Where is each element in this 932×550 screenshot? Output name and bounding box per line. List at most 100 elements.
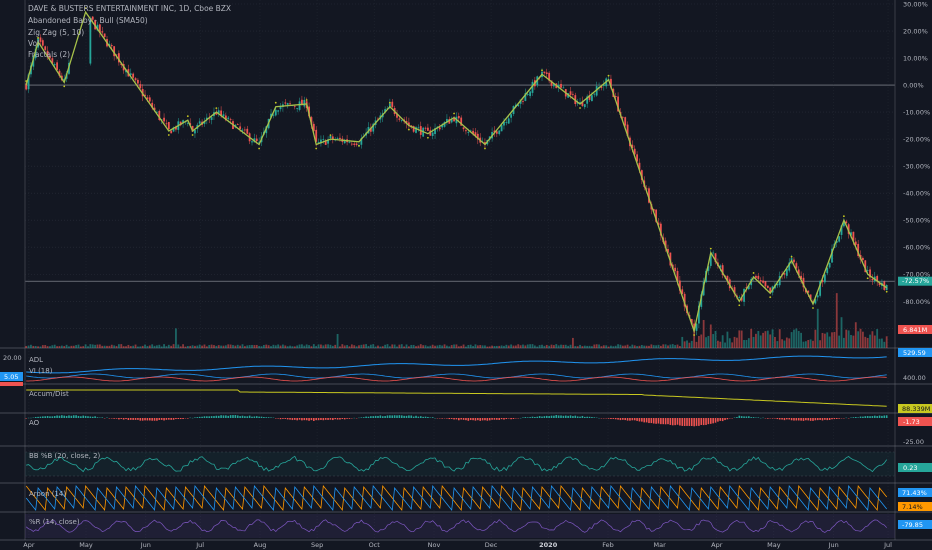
ao-bar [462, 418, 465, 420]
volume-bar [823, 333, 826, 348]
candle-body [251, 141, 253, 143]
ao-bar [778, 418, 781, 420]
candle-body [317, 141, 320, 143]
ao-bar [626, 418, 629, 421]
volume-bar [498, 345, 501, 348]
volume-bar [721, 335, 724, 348]
volume-bar [146, 346, 149, 348]
volume-bar [883, 341, 886, 348]
volume-bar [160, 346, 163, 348]
volume-bar [165, 346, 168, 348]
volume-bar [621, 345, 624, 348]
ao-bar [346, 418, 348, 419]
ao-bar [332, 418, 334, 421]
volume-bar [619, 344, 622, 348]
volume-bar [702, 320, 705, 348]
ao-bar [72, 415, 75, 418]
volume-bar [854, 322, 857, 348]
volume-bar [862, 331, 864, 348]
candle-body [759, 280, 762, 282]
ao-bar [448, 418, 451, 420]
ao-bar [408, 415, 410, 418]
volume-bar [172, 344, 175, 348]
ao-bar [465, 418, 467, 421]
ao-bar [70, 415, 73, 418]
ao-tick: -25.00 [903, 438, 924, 446]
ao-bar [859, 416, 862, 418]
volume-bar [500, 345, 503, 348]
volume-bar [790, 332, 793, 348]
volume-bar [885, 336, 888, 348]
ao-bar [862, 416, 864, 418]
ao-bar [348, 418, 351, 419]
volume-bar [531, 344, 534, 348]
volume-bar [812, 340, 814, 348]
ao-bar [234, 415, 237, 418]
fractal-marker [388, 101, 391, 104]
volume-bar [39, 346, 42, 348]
volume-bar [286, 346, 289, 348]
y-tick-label: -20.00% [903, 136, 930, 144]
ao-bar [289, 418, 291, 420]
volume-bar [32, 345, 35, 348]
ao-bar [512, 418, 515, 419]
volume-bar [845, 329, 848, 348]
ao-bar [683, 418, 686, 427]
ao-bar [34, 416, 37, 418]
ao-bar [824, 418, 826, 420]
ao-bar [622, 418, 624, 420]
volume-bar [367, 345, 370, 348]
candle-body [284, 102, 287, 104]
ao-bar [612, 418, 615, 419]
volume-bar [137, 346, 139, 348]
ao-bar [377, 415, 379, 418]
volume-bar [560, 344, 562, 348]
ao-bar [674, 418, 676, 426]
volume-bar [574, 346, 577, 348]
ao-bar [206, 416, 208, 418]
volume-bar [681, 336, 684, 348]
candle-body [53, 64, 56, 66]
volume-bar [695, 341, 698, 348]
chart-canvas[interactable]: 30.00% 20.00% 10.00% 0.00% -10.00% -20.00% -30… [0, 0, 932, 550]
ao-bar [745, 416, 748, 418]
volume-bar [878, 338, 881, 348]
candle-body [712, 252, 715, 254]
volume-bar [533, 345, 536, 348]
volume-bar [643, 345, 646, 348]
ao-bar [617, 418, 619, 420]
ao-bar [698, 418, 700, 426]
volume-bar [191, 345, 194, 348]
ao-bar [141, 418, 144, 421]
ao-bar [343, 418, 346, 420]
candle-body [41, 40, 44, 46]
ao-bar [42, 416, 44, 418]
ao-bar [795, 418, 798, 421]
volume-bar [72, 345, 75, 348]
volume-bar [555, 344, 558, 348]
x-tick-label: Dec [485, 541, 498, 549]
legend-title: DAVE & BUSTERS ENTERTAINMENT INC, 1D, Cb… [28, 4, 231, 13]
volume-bar [203, 344, 206, 348]
ao-bar [232, 415, 234, 418]
fractal-marker [607, 74, 610, 77]
ao-bar [241, 415, 244, 418]
ao-bar [507, 418, 510, 419]
volume-bar [517, 344, 520, 348]
volume-bar [429, 345, 432, 348]
candle-body [862, 257, 864, 261]
volume-bar [733, 336, 736, 348]
ao-bar [151, 418, 153, 421]
candle-body [170, 130, 173, 134]
volume-bar [377, 345, 379, 348]
ao-bar [291, 418, 294, 421]
volume-bar [353, 345, 356, 348]
volume-bar [662, 344, 665, 348]
candle-body [39, 37, 42, 42]
volume-bar [683, 341, 686, 348]
volume-bar [255, 344, 258, 348]
volume-bar [213, 345, 215, 348]
aroon-down-value: 71.43% [902, 489, 927, 497]
volume-bar [272, 344, 275, 348]
volume-bar [519, 345, 522, 348]
